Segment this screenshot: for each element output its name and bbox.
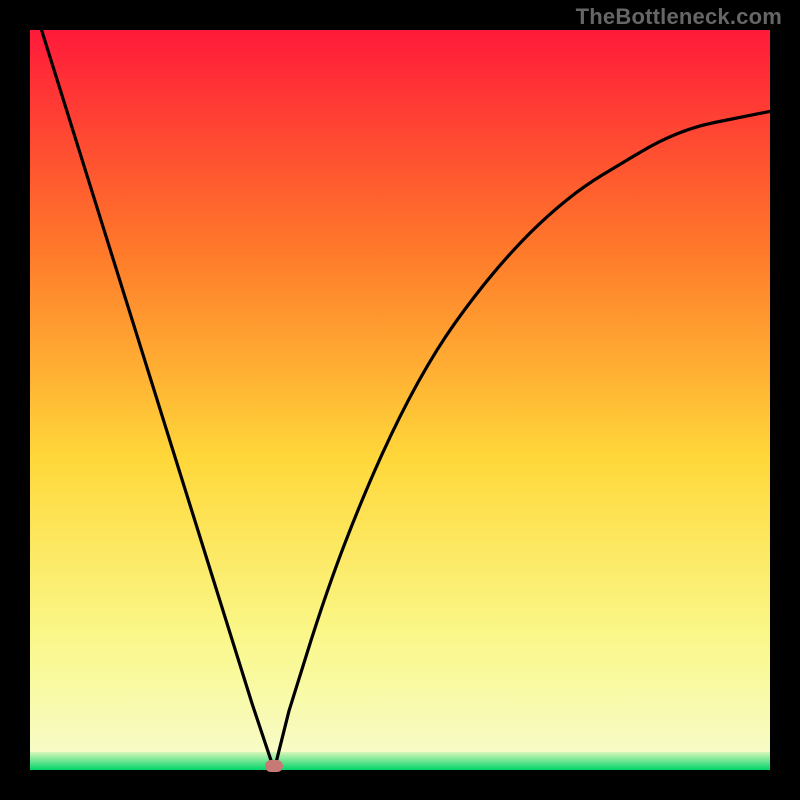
plot-frame [30, 30, 770, 770]
bottleneck-curve [30, 30, 770, 770]
minimum-marker [265, 760, 283, 772]
watermark-text: TheBottleneck.com [576, 4, 782, 30]
chart-container: TheBottleneck.com [0, 0, 800, 800]
